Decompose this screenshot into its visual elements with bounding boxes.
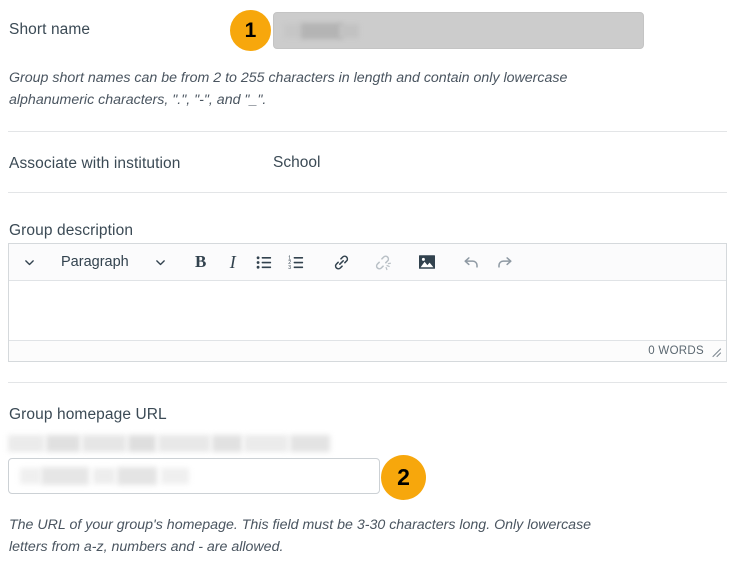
editor-content-area[interactable]	[9, 281, 726, 340]
annotation-badge-2: 2	[381, 455, 426, 500]
divider	[8, 131, 727, 132]
redacted-text-block	[301, 23, 343, 39]
editor-toolbar: Paragraph B I 1 2 3	[9, 244, 726, 281]
homepage-url-input[interactable]	[8, 458, 380, 494]
bold-button[interactable]: B	[187, 248, 215, 276]
undo-button[interactable]	[457, 248, 486, 276]
group-settings-form: Short name 1 Group short names can be fr…	[0, 0, 736, 562]
format-chevron-down-icon[interactable]	[147, 248, 175, 276]
format-select[interactable]: Paragraph	[55, 254, 135, 270]
institution-value: School	[273, 154, 321, 171]
group-description-label: Group description	[9, 222, 134, 239]
toggle-toolbar-chevron-icon[interactable]	[15, 248, 43, 276]
svg-text:3: 3	[288, 265, 291, 271]
short-name-input[interactable]	[273, 12, 644, 49]
link-button[interactable]	[327, 248, 356, 276]
redacted-text-block	[339, 24, 359, 38]
resize-grip-icon[interactable]	[710, 345, 722, 358]
annotation-badge-1: 1	[230, 10, 271, 51]
homepage-url-prefix	[8, 435, 330, 452]
editor-status-bar: 0 WORDS	[9, 340, 726, 361]
unlink-button[interactable]	[368, 248, 397, 276]
divider	[8, 382, 727, 383]
word-count-label: 0 WORDS	[648, 345, 704, 357]
insert-image-button[interactable]	[413, 248, 441, 276]
redo-button[interactable]	[490, 248, 519, 276]
short-name-label: Short name	[9, 21, 91, 38]
homepage-url-help-text: The URL of your group's homepage. This f…	[9, 517, 592, 555]
institution-label: Associate with institution	[9, 155, 181, 172]
italic-button[interactable]: I	[219, 248, 247, 276]
homepage-url-label: Group homepage URL	[9, 406, 167, 423]
divider	[8, 192, 727, 193]
numbered-list-button[interactable]: 1 2 3	[283, 248, 311, 276]
short-name-help-text: Group short names can be from 2 to 255 c…	[9, 70, 568, 108]
bullet-list-button[interactable]	[251, 248, 279, 276]
rich-text-editor: Paragraph B I 1 2 3 0 WORDS	[8, 243, 727, 362]
